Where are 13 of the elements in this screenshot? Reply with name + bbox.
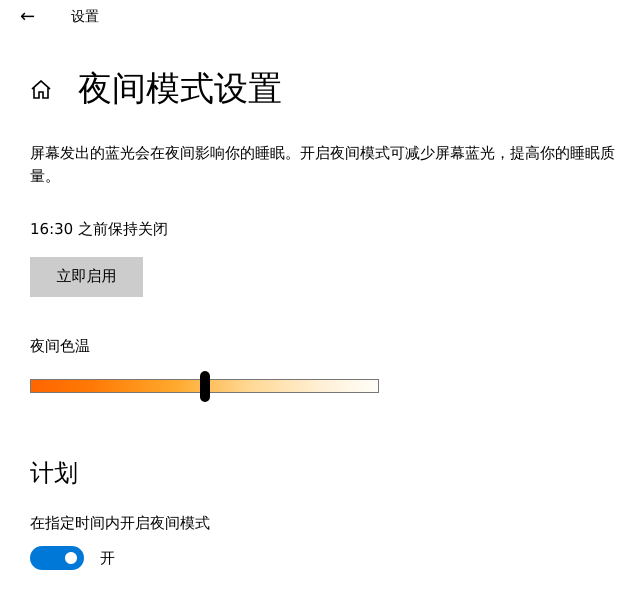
status-text: 16:30 之前保持关闭 [30, 219, 169, 240]
toggle-switch[interactable] [30, 546, 84, 570]
enable-now-button[interactable]: 立即启用 [30, 256, 143, 296]
home-icon[interactable] [30, 79, 52, 99]
description-text: 屏幕发出的蓝光会在夜间影响你的睡眠。开启夜间模式可减少屏幕蓝光，提高你的睡眠质量。 [30, 143, 616, 187]
section-heading: 计划 [30, 459, 79, 488]
back-button[interactable]: ← [20, 8, 36, 26]
toggle-label: 在指定时间内开启夜间模式 [30, 512, 211, 534]
slider-thumb[interactable] [200, 371, 210, 402]
slider-label: 夜间色温 [30, 336, 91, 356]
page-title: 夜间模式设置 [78, 68, 282, 110]
header-title: 设置 [71, 8, 100, 26]
toggle-state-text: 开 [100, 548, 115, 570]
